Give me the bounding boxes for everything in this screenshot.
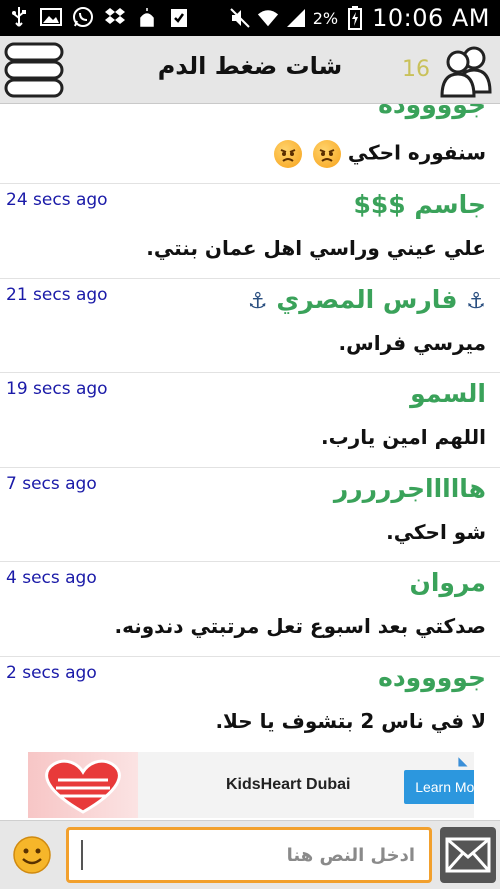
message-text: صدكتي بعد اسبوع تعل مرتبتي دندونه.: [114, 614, 486, 638]
message-time: 7 secs ago: [6, 474, 97, 494]
ad-brand: KidsHeart Dubai: [226, 776, 351, 793]
list-item[interactable]: 7 secs ago هاااااجررررر شو احكي.: [0, 468, 500, 562]
system-status: 2% 10:06 AM: [229, 4, 490, 32]
sender-name[interactable]: جووووده: [378, 104, 486, 119]
message-list[interactable]: جووووده سنفوره احكي 24 secs ago جاسم $$$…: [0, 104, 500, 746]
emoji-button[interactable]: [12, 835, 52, 875]
wifi-icon: [257, 7, 279, 29]
notification-icons: [8, 6, 190, 28]
message-time: 24 secs ago: [6, 190, 108, 210]
sender-name[interactable]: مروان: [410, 568, 486, 597]
list-item[interactable]: 2 secs ago جووووده لا في ناس 2 بتشوف يا …: [0, 657, 500, 746]
users-button[interactable]: [436, 42, 496, 98]
sender-name[interactable]: جاسم $$$: [354, 190, 486, 219]
signal-icon: [285, 7, 307, 29]
list-item[interactable]: جووووده سنفوره احكي: [0, 104, 500, 184]
message-text: لا في ناس 2 بتشوف يا حلا.: [215, 709, 486, 733]
message-body: سنفوره احكي: [347, 140, 486, 165]
mosque-icon: [136, 6, 158, 28]
envelope-icon: [445, 837, 491, 873]
message-text: ميرسي فراس.: [338, 331, 486, 355]
anchor-icon: ⚓: [466, 289, 486, 314]
learn-more-button[interactable]: Learn More: [404, 770, 474, 804]
sender-name[interactable]: هاااااجررررر: [334, 474, 486, 503]
status-bar: 2% 10:06 AM: [0, 0, 500, 36]
message-text: اللهم امين يارب.: [321, 425, 486, 449]
list-item[interactable]: 21 secs ago ⚓ فارس المصري ⚓ ميرسي فراس.: [0, 279, 500, 373]
message-time: 21 secs ago: [6, 285, 108, 305]
message-time: 2 secs ago: [6, 663, 97, 683]
clipboard-check-icon: [168, 6, 190, 28]
anchor-icon: ⚓: [247, 289, 268, 314]
list-item[interactable]: 4 secs ago مروان صدكتي بعد اسبوع تعل مرت…: [0, 562, 500, 657]
online-users-count: 16: [402, 57, 430, 82]
stacked-menu-icon: [4, 42, 64, 98]
users-icon: [440, 46, 492, 98]
usb-icon: [8, 6, 30, 28]
app-bar: شات ضغط الدم 16: [0, 36, 500, 104]
ad-choices-icon[interactable]: ◣: [456, 754, 470, 768]
image-icon: [40, 6, 62, 28]
send-button[interactable]: [440, 827, 496, 883]
message-text: شو احكي.: [386, 520, 486, 544]
message-text: سنفوره احكي: [270, 140, 486, 168]
list-item[interactable]: 19 secs ago السمو اللهم امين يارب.: [0, 373, 500, 468]
message-input-wrapper[interactable]: [66, 827, 432, 883]
page-title: شات ضغط الدم: [157, 52, 343, 80]
ad-banner[interactable]: KidsHeart Dubai Learn More ◣: [28, 752, 474, 818]
message-time: 4 secs ago: [6, 568, 97, 588]
angry-face-icon: [312, 140, 341, 168]
whatsapp-icon: [72, 6, 94, 28]
smiley-icon: [13, 836, 51, 874]
sender-name[interactable]: جووووده: [378, 663, 486, 692]
message-text: علي عيني وراسي اهل عمان بنتي.: [146, 236, 486, 260]
composer-bar: [0, 820, 500, 889]
dropbox-icon: [104, 6, 126, 28]
message-time: 19 secs ago: [6, 379, 108, 399]
sender-name[interactable]: السمو: [410, 379, 486, 408]
battery-charging-icon: [344, 6, 366, 30]
menu-button[interactable]: [4, 40, 64, 100]
angry-face-icon: [273, 140, 302, 168]
sender-name[interactable]: ⚓ فارس المصري ⚓: [248, 285, 486, 314]
message-input[interactable]: [69, 830, 429, 880]
text-cursor: [81, 840, 83, 870]
mute-icon: [229, 7, 251, 29]
list-item[interactable]: 24 secs ago جاسم $$$ علي عيني وراسي اهل …: [0, 184, 500, 279]
clock: 10:06 AM: [372, 4, 490, 32]
battery-percent: 2%: [312, 8, 339, 28]
sender-label: فارس المصري: [276, 285, 458, 314]
heart-logo: [28, 752, 138, 818]
